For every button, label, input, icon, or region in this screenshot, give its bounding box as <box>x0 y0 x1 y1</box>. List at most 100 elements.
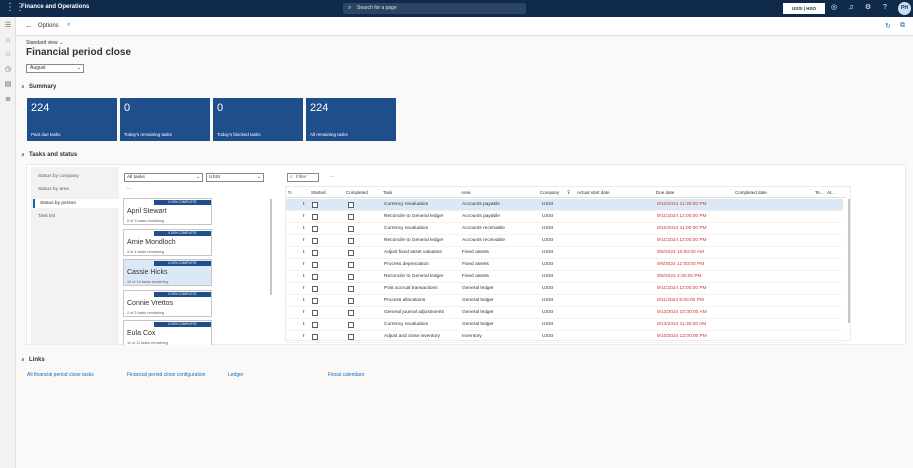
people-scrollbar[interactable] <box>270 199 272 295</box>
summary-header[interactable]: ∧ Summary <box>21 84 56 90</box>
clock-icon[interactable]: ◷ <box>3 65 13 75</box>
col-te[interactable]: Te... <box>815 190 824 195</box>
completed-checkbox[interactable] <box>348 214 354 220</box>
nav-status-by-area[interactable]: Status by area <box>33 185 119 194</box>
avatar[interactable]: PH <box>898 2 911 15</box>
company-filter-dropdown[interactable]: USSI ⌄ <box>206 173 264 182</box>
person-card[interactable]: 0.00% COMPLETE Connie Vrettos 2 of 2 tas… <box>123 290 212 317</box>
completed-checkbox[interactable] <box>348 250 354 256</box>
task-name[interactable]: Post accrual transactions <box>384 286 438 291</box>
completed-checkbox[interactable] <box>348 226 354 232</box>
person-card[interactable]: 0.00% COMPLETE Arnie Mondloch 4 of 4 tas… <box>123 229 212 256</box>
col-at[interactable]: At... <box>827 190 835 195</box>
table-row[interactable]: ! Currency revaluation Accounts receivable… <box>286 223 843 235</box>
started-checkbox[interactable] <box>312 286 318 292</box>
started-checkbox[interactable] <box>312 202 318 208</box>
task-name[interactable]: Adjust and close inventory <box>384 334 440 339</box>
gear-icon[interactable]: ⚙ <box>863 3 873 13</box>
nav-task-list[interactable]: Task list <box>33 212 119 221</box>
task-name[interactable]: General journal adjustments <box>384 310 444 315</box>
view-selector[interactable]: Standard view ⌄ <box>26 40 63 46</box>
col-completed[interactable]: Completed <box>346 190 368 195</box>
company-button[interactable]: USSI | HSO Proliers <box>783 3 825 20</box>
task-name[interactable]: Reconcile to General ledger <box>384 238 443 243</box>
period-dropdown[interactable]: August ⌄ <box>26 64 84 73</box>
tile-all-remaining[interactable]: 224 All remaining tasks <box>306 98 396 141</box>
links-header[interactable]: ∧ Links <box>21 357 45 363</box>
nav-status-by-company[interactable]: Status by company <box>33 172 119 181</box>
started-checkbox[interactable] <box>312 238 318 244</box>
tile-past-due[interactable]: 224 Past due tasks <box>27 98 117 141</box>
table-row[interactable]: ! Reconcile to General ledger Fixed assets… <box>286 271 843 283</box>
table-row[interactable]: ! Post accrual transactions General ledger… <box>286 283 843 295</box>
bell-icon[interactable]: ♫ <box>846 3 856 13</box>
link-close-configuration[interactable]: Financial period close configuration <box>127 372 205 378</box>
home-icon[interactable]: ⌂ <box>3 36 13 46</box>
grid-more-button[interactable]: ... <box>330 173 334 179</box>
col-actual-start[interactable]: Actual start date <box>577 190 610 195</box>
link-ledger[interactable]: Ledger <box>228 372 244 378</box>
back-arrow-icon[interactable]: ← <box>25 21 33 30</box>
tasks-header[interactable]: ∧ Tasks and status <box>21 152 77 158</box>
started-checkbox[interactable] <box>312 250 318 256</box>
started-checkbox[interactable] <box>312 274 318 280</box>
search-input[interactable]: ⌕ Search for a page <box>343 3 526 14</box>
completed-checkbox[interactable] <box>348 274 354 280</box>
completed-checkbox[interactable] <box>348 334 354 340</box>
link-all-close-tasks[interactable]: All financial period close tasks <box>27 372 94 378</box>
task-name[interactable]: Process depreciation <box>384 262 429 267</box>
col-due-date[interactable]: Due date <box>656 190 674 195</box>
person-card[interactable]: 0.00% COMPLETE April Stewart 0 of 3 task… <box>123 198 212 225</box>
table-row[interactable]: ! Currency revaluation General ledger USSI 9… <box>286 319 843 331</box>
tasks-filter-dropdown[interactable]: All tasks ⌄ <box>124 173 203 182</box>
task-name[interactable]: Process allocations <box>384 298 425 303</box>
tile-today-blocked[interactable]: 0 Today's blocked tasks <box>213 98 303 141</box>
started-checkbox[interactable] <box>312 334 318 340</box>
table-row[interactable]: ! General journal adjustments General ledg… <box>286 307 843 319</box>
col-area[interactable]: Area <box>461 190 471 195</box>
modules-icon[interactable]: ≣ <box>3 95 13 105</box>
task-name[interactable]: Currency revaluation <box>384 202 428 207</box>
table-row[interactable]: ! Reconcile to General ledger Accounts rec… <box>286 235 843 247</box>
open-new-icon[interactable]: ⧉ <box>900 22 905 30</box>
more-options-button[interactable]: ... <box>127 185 131 191</box>
task-name[interactable]: Adjust fixed asset valuation <box>384 250 442 255</box>
started-checkbox[interactable] <box>312 310 318 316</box>
grid-filter-input[interactable]: ⌕ Filter <box>287 173 319 182</box>
refresh-icon[interactable]: ↻ <box>885 22 891 30</box>
task-name[interactable]: Currency revaluation <box>384 226 428 231</box>
completed-checkbox[interactable] <box>348 202 354 208</box>
help-circle-icon[interactable]: ◎ <box>829 3 839 13</box>
help-icon[interactable]: ? <box>880 3 890 13</box>
col-started[interactable]: Started <box>311 190 326 195</box>
star-icon[interactable]: ☆ <box>3 50 13 60</box>
search-icon[interactable]: ⌕ <box>67 22 70 29</box>
task-name[interactable]: Reconcile to General ledger <box>384 214 443 219</box>
person-card[interactable]: 0.00% COMPLETE Eula Cox 11 of 11 tasks r… <box>123 320 212 345</box>
table-row[interactable]: ! Process depreciation Fixed assets USSI 9/9… <box>286 259 843 271</box>
completed-checkbox[interactable] <box>348 238 354 244</box>
col-completed-date[interactable]: Completed date <box>735 190 767 195</box>
filter-funnel-icon[interactable]: ⊽ <box>567 190 570 196</box>
person-card[interactable]: 0.00% COMPLETE Cassie Hicks 14 of 14 tas… <box>123 259 212 286</box>
completed-checkbox[interactable] <box>348 310 354 316</box>
table-row[interactable]: ! Adjust and close inventory Inventory USSI… <box>286 331 843 343</box>
refresh-icon[interactable]: ↻ <box>288 190 292 196</box>
completed-checkbox[interactable] <box>348 322 354 328</box>
col-task[interactable]: Task <box>383 190 392 195</box>
hamburger-icon[interactable]: ☰ <box>3 21 13 31</box>
workspace-icon[interactable]: ▤ <box>3 80 13 90</box>
nav-status-by-person[interactable]: Status by person <box>33 199 119 208</box>
link-fiscal-calendars[interactable]: Fiscal calendars <box>328 372 364 378</box>
grid-scrollbar[interactable] <box>848 199 850 323</box>
table-row[interactable]: ! Adjust fixed asset valuation Fixed asset… <box>286 247 843 259</box>
table-row[interactable]: ! Currency revaluation Accounts payable USS… <box>286 199 843 211</box>
started-checkbox[interactable] <box>312 226 318 232</box>
completed-checkbox[interactable] <box>348 298 354 304</box>
completed-checkbox[interactable] <box>348 286 354 292</box>
col-company[interactable]: Company <box>540 190 559 195</box>
options-button[interactable]: Options <box>38 23 59 29</box>
table-row[interactable]: ! Process allocations General ledger USSI 9/… <box>286 295 843 307</box>
task-name[interactable]: Reconcile to General ledger <box>384 274 443 279</box>
started-checkbox[interactable] <box>312 262 318 268</box>
